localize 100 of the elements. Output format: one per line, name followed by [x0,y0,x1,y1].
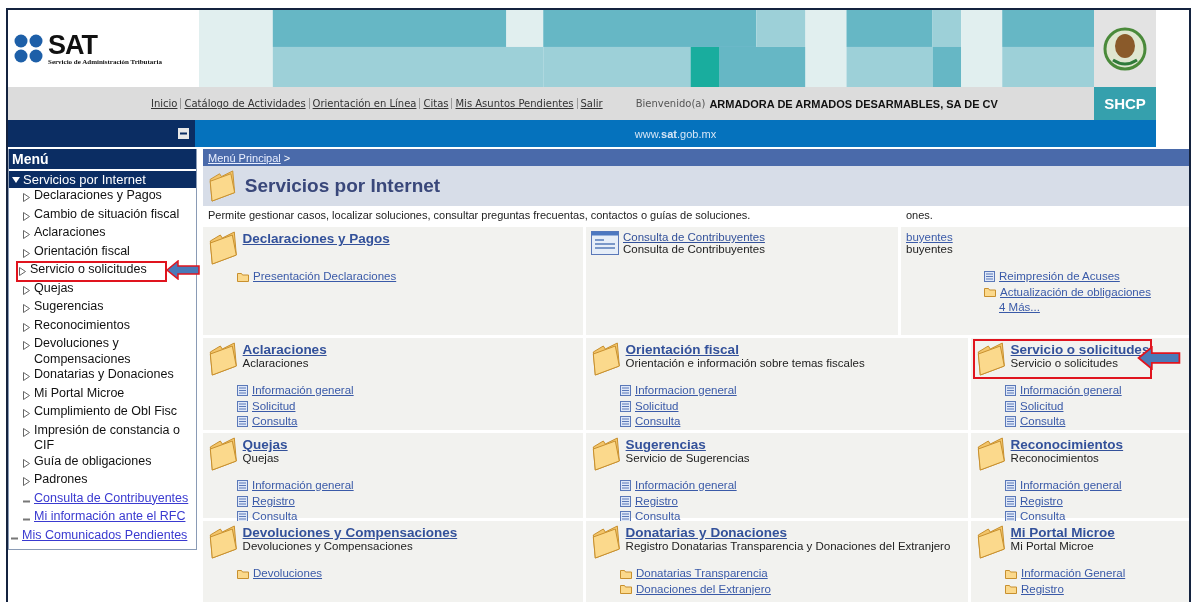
menu-item[interactable]: Cumplimiento de Obl Fisc [34,404,178,420]
section-link[interactable]: Información general [237,383,354,399]
nav-link[interactable]: Salir [576,98,606,109]
section-link[interactable]: buyentes [906,231,1151,243]
folder-icon [208,170,237,202]
section-title[interactable]: Orientación fiscal [625,342,865,357]
section-title[interactable]: Mi Portal Microe [1010,525,1115,540]
section-title[interactable]: Servicio o solicitudes [1010,342,1150,357]
folder-icon [976,437,1007,471]
section-link[interactable]: Presentación Declaraciones [237,269,397,285]
section-link[interactable]: Registro [1005,493,1124,509]
menu-link[interactable]: Consulta de Contribuyentes [34,490,189,506]
section-subtitle: Orientación e información sobre temas fiscales [625,357,865,369]
section-link[interactable]: Solicitud [620,398,865,414]
section-subtitle: Quejas [242,452,281,464]
folder-icon [620,568,632,579]
menu-item[interactable]: Aclaraciones [34,225,106,241]
list-icon [1005,480,1016,492]
section-link[interactable]: Solicitud [1005,398,1150,414]
section-title[interactable]: Donatarias y Donaciones [625,525,951,540]
section-link[interactable]: Información General [1005,566,1126,582]
section-link[interactable]: Información general [1005,478,1124,494]
nav-link[interactable]: Mis Asuntos Pendientes [451,98,577,109]
folder-icon [208,342,239,376]
section-link[interactable]: Registro [620,493,750,509]
section-link[interactable]: Consulta [620,414,865,430]
description-fragment: ones. [905,208,934,223]
list-icon [237,480,248,492]
section-link[interactable]: Consulta [237,414,354,430]
folder-icon [237,271,249,282]
window-icon [591,231,619,255]
menu-item[interactable]: Devoluciones y Compensaciones [34,336,196,367]
folder-icon [976,342,1007,376]
folder-icon [591,437,622,471]
section-link[interactable]: Consulta [237,509,354,525]
section-subtitle: Mi Portal Microe [1010,540,1095,552]
section-title[interactable]: Quejas [242,437,288,452]
section-subtitle: Servicio o solicitudes [1010,357,1119,369]
breadcrumb-separator: > [283,151,291,164]
nav-link[interactable]: Inicio [148,98,181,109]
nav-link[interactable]: Catálogo de Actividades [180,98,309,109]
menu-item[interactable]: Padrones [34,472,88,488]
list-icon [620,511,631,523]
menu-item[interactable]: Donatarias y Donaciones [34,367,174,383]
section-link[interactable]: Registro [237,493,354,509]
site-url: www.sat.gob.mx [634,127,717,140]
section-link[interactable]: 4 Más... [984,300,1151,316]
page-title: Servicios por Internet [244,175,441,197]
section-subtitle: Reconocimientos [1010,452,1100,464]
section-link[interactable]: Registro [1005,581,1126,597]
collapse-icon[interactable] [178,128,189,139]
list-icon [237,495,248,507]
menu-link[interactable]: Mi información ante el RFC [34,509,186,525]
menu-item[interactable]: Mi Portal Microe [34,385,125,401]
list-icon [620,416,631,428]
nav-link[interactable]: Orientación en Línea [308,98,420,109]
nav-link[interactable]: Citas [419,98,452,109]
section-link[interactable]: Donaciones del Extranjero [620,581,951,597]
menu-item[interactable]: Impresión de constancia o CIF [34,422,196,454]
menu-item[interactable]: Reconocimientos [34,317,130,333]
section-link[interactable]: Información general [620,478,750,494]
menu-item[interactable]: Guía de obligaciones [34,453,152,469]
list-icon [620,385,631,397]
list-icon [1005,495,1016,507]
section-link[interactable]: Informacion general [620,383,865,399]
folder-icon [591,342,622,376]
menu-link[interactable]: Mis Comunicados Pendientes [22,527,188,543]
list-icon [1005,416,1016,428]
menu-item[interactable]: Cambio de situación fiscal [34,206,180,222]
menu-item[interactable]: Servicio o solicitudes [30,262,147,278]
section-link[interactable]: Consulta [620,509,750,525]
menu-group-label: Servicios por Internet [23,172,146,187]
logo-name: SAT [48,31,99,58]
section-link[interactable]: Información general [1005,383,1150,399]
folder-icon [984,287,996,298]
section-title[interactable]: Declaraciones y Pagos [242,231,390,246]
menu-group[interactable]: Servicios por Internet [9,171,196,188]
section-title[interactable]: Aclaraciones [242,342,327,357]
section-title[interactable]: Sugerencias [625,437,750,452]
menu-item[interactable]: Quejas [34,280,74,296]
section-link[interactable]: Información general [237,478,354,494]
section-title[interactable]: Reconocimientos [1010,437,1124,452]
section-title[interactable]: Devoluciones y Compensaciones [242,525,458,540]
section-link[interactable]: Consulta [1005,509,1124,525]
section-link[interactable]: Solicitud [237,398,354,414]
section-link[interactable]: Reimpresión de Acuses [984,269,1151,285]
menu-item[interactable]: Orientación fiscal [34,243,130,259]
folder-icon [208,231,239,265]
list-icon [237,385,248,397]
section-link[interactable]: Donatarias Transparencia [620,566,951,582]
section-title[interactable]: Consulta de Contribuyentes [623,231,765,243]
menu-item[interactable]: Declaraciones y Pagos [34,188,162,204]
section-link[interactable]: Consulta [1005,414,1150,430]
breadcrumb-link[interactable]: Menú Principal [208,151,281,164]
list-icon [620,400,631,412]
section-link[interactable]: Devoluciones [237,566,458,582]
list-icon [1005,400,1016,412]
list-icon [237,400,248,412]
menu-item[interactable]: Sugerencias [34,299,104,315]
section-link[interactable]: Actualización de obligaciones [984,284,1151,300]
